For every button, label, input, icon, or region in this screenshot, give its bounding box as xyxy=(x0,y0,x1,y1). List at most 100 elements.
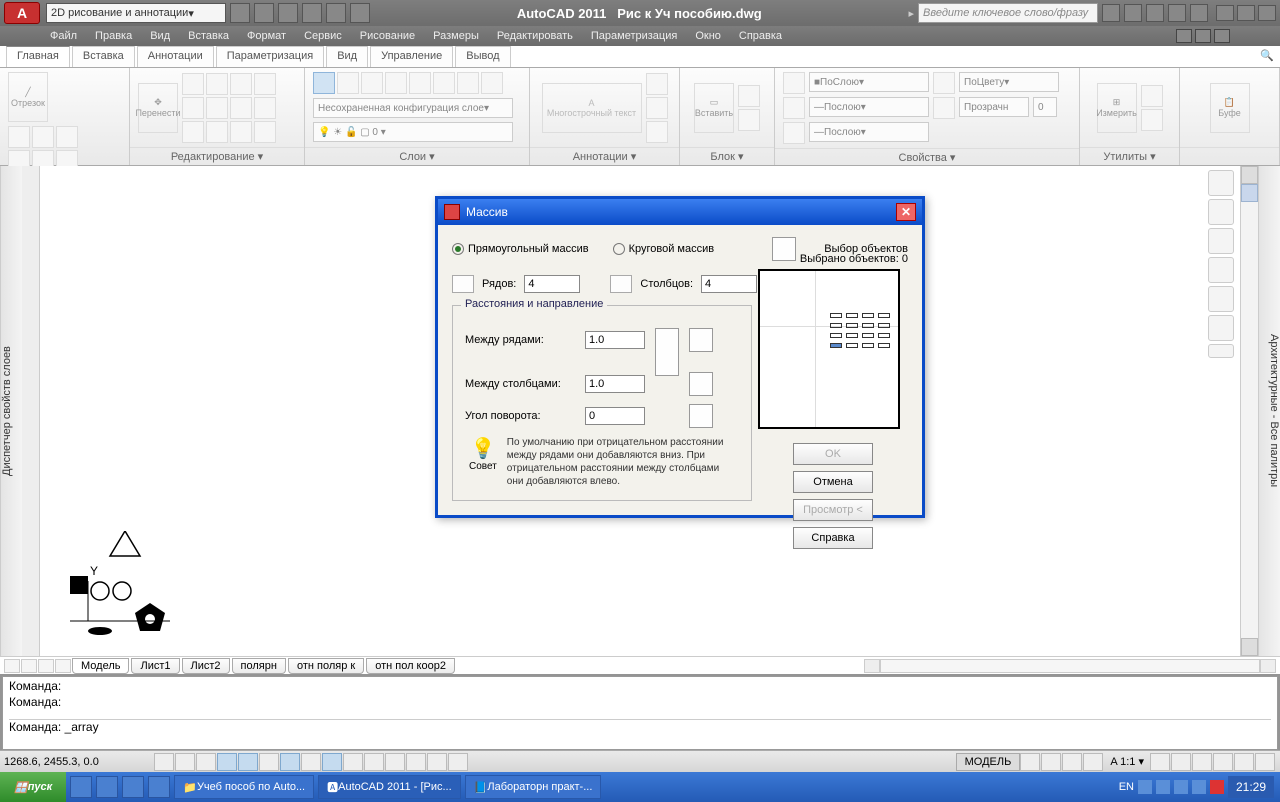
status-btn[interactable] xyxy=(1171,753,1191,771)
rows-input[interactable] xyxy=(524,275,580,293)
tab-parametric[interactable]: Параметризация xyxy=(216,46,324,67)
tab-annotate[interactable]: Аннотации xyxy=(137,46,214,67)
doc-minimize-button[interactable] xyxy=(1176,29,1192,43)
qat-open-icon[interactable] xyxy=(254,3,274,23)
view-cube[interactable] xyxy=(1208,170,1236,358)
layout-tab-1[interactable]: Лист1 xyxy=(131,658,179,674)
tray-icon[interactable] xyxy=(1156,780,1170,794)
color-combo[interactable]: ■ ПоСлою ▾ xyxy=(809,72,929,92)
annot-btn[interactable] xyxy=(646,97,668,119)
linetype-combo[interactable]: — Послою ▾ xyxy=(809,122,929,142)
edit-btn[interactable] xyxy=(206,97,228,119)
block-btn[interactable] xyxy=(738,85,760,107)
tray-icon[interactable] xyxy=(1174,780,1188,794)
status-btn[interactable] xyxy=(1255,753,1275,771)
layer-btn-1[interactable] xyxy=(313,72,335,94)
annot-btn[interactable] xyxy=(646,73,668,95)
tpy-button[interactable] xyxy=(364,753,384,771)
status-btn[interactable] xyxy=(1150,753,1170,771)
row-offset-input[interactable] xyxy=(585,331,645,349)
pick-angle-button[interactable] xyxy=(689,404,713,428)
dyn-button[interactable] xyxy=(322,753,342,771)
quicklaunch-ie-icon[interactable] xyxy=(70,776,92,798)
layer-combo[interactable]: 💡 ☀ 🔓 ▢ 0 ▾ xyxy=(313,122,513,142)
minimize-button[interactable] xyxy=(1216,5,1234,21)
help-search[interactable]: Введите ключевое слово/фразу xyxy=(918,3,1098,23)
pick-row-offset-button[interactable] xyxy=(689,328,713,352)
menu-window[interactable]: Окно xyxy=(695,30,721,42)
line-button[interactable]: ╱Отрезок xyxy=(8,72,48,122)
osnap-button[interactable] xyxy=(238,753,258,771)
qat-print-icon[interactable] xyxy=(350,3,370,23)
layout-tab-model[interactable]: Модель xyxy=(72,658,129,674)
menu-insert[interactable]: Вставка xyxy=(188,30,229,42)
qat-new-icon[interactable] xyxy=(230,3,250,23)
qat-save-icon[interactable] xyxy=(278,3,298,23)
close-button[interactable] xyxy=(1258,5,1276,21)
layer-btn-8[interactable] xyxy=(481,72,503,94)
drawing-canvas[interactable]: Y Массив ✕ Прямоугольный массив Круговой… xyxy=(40,166,1240,656)
menu-tools[interactable]: Сервис xyxy=(304,30,342,42)
annot-btn[interactable] xyxy=(646,121,668,143)
osnap3d-button[interactable] xyxy=(259,753,279,771)
layer-state-combo[interactable]: Несохраненная конфигурация слое▾ xyxy=(313,98,513,118)
tab-nav-last[interactable] xyxy=(55,659,71,673)
menu-modify[interactable]: Редактировать xyxy=(497,30,573,42)
preview-button[interactable]: Просмотр < xyxy=(793,499,873,521)
layer-btn-3[interactable] xyxy=(361,72,383,94)
col-offset-input[interactable] xyxy=(585,375,645,393)
layout-tab-4[interactable]: отн поляр к xyxy=(288,658,364,674)
start-button[interactable]: 🪟 пуск xyxy=(0,772,66,802)
layout-tab-3[interactable]: полярн xyxy=(232,658,286,674)
horizontal-scrollbar[interactable] xyxy=(864,659,1276,673)
block-btn[interactable] xyxy=(738,109,760,131)
menu-dimension[interactable]: Размеры xyxy=(433,30,479,42)
edit-btn[interactable] xyxy=(206,121,228,143)
draw-btn-1[interactable] xyxy=(8,126,30,148)
menu-edit[interactable]: Правка xyxy=(95,30,132,42)
menu-format[interactable]: Формат xyxy=(247,30,286,42)
maximize-button[interactable] xyxy=(1237,5,1255,21)
pick-both-button[interactable] xyxy=(655,328,679,376)
tab-nav-prev[interactable] xyxy=(21,659,37,673)
clipboard-button[interactable]: 📋Буфе xyxy=(1210,83,1250,133)
layer-btn-7[interactable] xyxy=(457,72,479,94)
workspace-combo[interactable]: 2D рисование и аннотации ▾ xyxy=(46,3,226,23)
status-btn[interactable] xyxy=(1234,753,1254,771)
dialog-close-button[interactable]: ✕ xyxy=(896,203,916,221)
task-explorer[interactable]: 📁 Учеб пособ по Auto... xyxy=(174,775,314,799)
ribbon-help-icon[interactable]: 🔍 xyxy=(1254,46,1280,67)
tab-insert[interactable]: Вставка xyxy=(72,46,135,67)
tab-view[interactable]: Вид xyxy=(326,46,368,67)
angle-input[interactable] xyxy=(585,407,645,425)
model-space-button[interactable]: МОДЕЛЬ xyxy=(956,753,1021,771)
polar-button[interactable] xyxy=(217,753,237,771)
draw-btn-3[interactable] xyxy=(56,126,78,148)
mtext-button[interactable]: AМногострочный текст xyxy=(542,83,642,133)
polar-array-radio[interactable]: Круговой массив xyxy=(613,243,715,255)
layer-manager-panel[interactable]: Диспетчер свойств слоев xyxy=(0,166,22,656)
rectangular-array-radio[interactable]: Прямоугольный массив xyxy=(452,243,589,255)
prop-btn[interactable] xyxy=(783,122,805,144)
tray-icon[interactable] xyxy=(1192,780,1206,794)
cols-input[interactable] xyxy=(701,275,757,293)
menu-draw[interactable]: Рисование xyxy=(360,30,415,42)
layer-btn-5[interactable] xyxy=(409,72,431,94)
qp-button[interactable] xyxy=(385,753,405,771)
doc-restore-button[interactable] xyxy=(1195,29,1211,43)
draw-btn-2[interactable] xyxy=(32,126,54,148)
status-btn[interactable] xyxy=(1020,753,1040,771)
grid-button[interactable] xyxy=(175,753,195,771)
edit-btn[interactable] xyxy=(182,97,204,119)
tab-manage[interactable]: Управление xyxy=(370,46,453,67)
status-btn[interactable] xyxy=(1062,753,1082,771)
edit-btn[interactable] xyxy=(254,73,276,95)
status-btn[interactable] xyxy=(1192,753,1212,771)
edit-btn[interactable] xyxy=(254,97,276,119)
prop-btn[interactable] xyxy=(933,97,955,119)
vertical-scrollbar[interactable] xyxy=(1240,166,1258,656)
snap-button[interactable] xyxy=(154,753,174,771)
annotation-scale[interactable]: A 1:1 ▾ xyxy=(1104,755,1150,768)
menu-file[interactable]: Файл xyxy=(50,30,77,42)
status-btn[interactable] xyxy=(427,753,447,771)
